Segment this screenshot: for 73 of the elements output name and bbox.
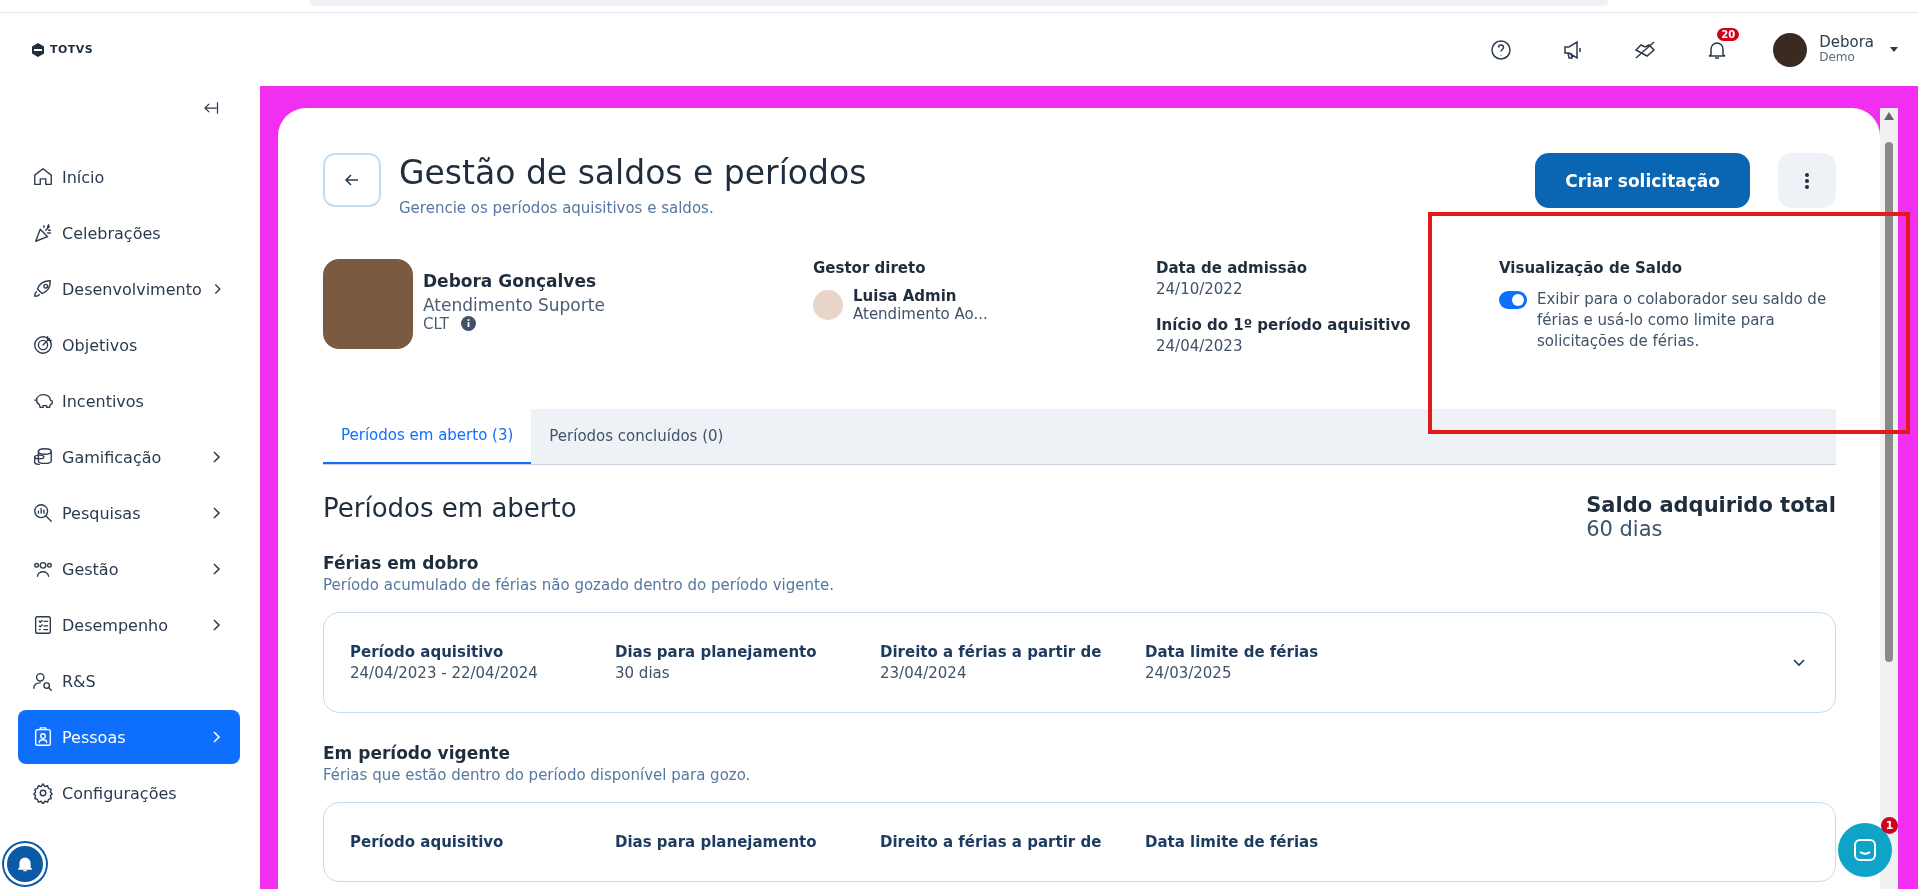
sidebar-item[interactable]: Gestão (18, 542, 240, 596)
sidebar-item[interactable]: Início (18, 150, 240, 204)
person-search-icon (32, 670, 54, 692)
user-role: Demo (1819, 50, 1856, 64)
coins-icon (32, 446, 54, 468)
sidebar-item[interactable]: Pesquisas (18, 486, 240, 540)
contract-type: CLT (423, 314, 449, 333)
avatar (813, 289, 843, 320)
sidebar-item[interactable]: Configurações (18, 766, 240, 820)
field-label: Direito a férias a partir de (880, 642, 1103, 661)
sidebar-item[interactable]: Celebrações (18, 206, 240, 260)
chat-icon (1852, 837, 1878, 863)
sidebar-item[interactable]: R&S (18, 654, 240, 708)
toggle-description: Exibir para o colaborador seu saldo de férias e usá-lo como limite para solicitações de férias. (1537, 288, 1827, 352)
rocket-icon (32, 278, 54, 300)
field-value: 24/04/2023 (1156, 336, 1244, 355)
home-icon (32, 166, 54, 188)
create-request-button[interactable]: Criar solicitação (1535, 153, 1750, 208)
field-label: Data de admissão (1156, 258, 1309, 277)
field-label: Início do 1º período aquisitivo (1156, 315, 1412, 334)
field-value: 23/04/2024 (880, 663, 968, 682)
sidebar-item[interactable]: Gamificação (18, 430, 240, 484)
party-popper-icon (32, 222, 54, 244)
manager-department: Atendimento Ao... (853, 304, 988, 323)
checklist-icon (32, 614, 54, 636)
field-value: 30 dias (615, 663, 671, 682)
field-label: Período aquisitivo (350, 642, 505, 661)
notification-button[interactable] (4, 843, 46, 885)
total-balance-label: Saldo adquirido total (1586, 492, 1836, 517)
field-value: 24/03/2025 (1145, 663, 1233, 682)
user-name: Debora (1819, 35, 1874, 50)
group-title: Em período vigente (323, 742, 511, 763)
group-description: Férias que estão dentro do período disponível para gozo. (323, 765, 752, 784)
section-title: Períodos em aberto (323, 492, 577, 525)
scroll-up-icon[interactable] (1884, 112, 1894, 120)
employee-name: Debora Gonçalves (423, 270, 598, 291)
sidebar-item[interactable]: Desempenho (18, 598, 240, 652)
id-badge-icon (32, 726, 54, 748)
group-title: Férias em dobro (323, 552, 480, 573)
kebab-icon (1804, 171, 1810, 190)
field-label: Gestor direto (813, 258, 927, 277)
tab[interactable]: Períodos concluídos (0) (531, 408, 742, 464)
balance-view-title: Visualização de Saldo (1499, 258, 1684, 277)
sidebar-item[interactable]: Pessoas (18, 710, 240, 764)
scrollbar-thumb[interactable] (1885, 142, 1893, 662)
field-label: Período aquisitivo (350, 832, 505, 851)
avatar[interactable] (1773, 32, 1808, 67)
tab[interactable]: Períodos em aberto (3) (323, 408, 532, 464)
page-subtitle: Gerencie os períodos aquisitivos e saldos. (399, 198, 715, 217)
info-icon[interactable] (460, 316, 476, 332)
sidebar-item[interactable]: Incentivos (18, 374, 240, 428)
field-label: Data limite de férias (1145, 642, 1320, 661)
logo: TOTVS (30, 41, 94, 58)
field-label: Dias para planejamento (615, 832, 818, 851)
total-balance-value: 60 dias (1586, 516, 1664, 541)
manager-name: Luisa Admin (853, 286, 958, 305)
field-value: 24/10/2022 (1156, 279, 1244, 298)
group-description: Período acumulado de férias não gozado dentro do período vigente. (323, 575, 835, 594)
caret-icon[interactable] (1890, 46, 1898, 53)
employee-department: Atendimento Suporte (423, 294, 605, 315)
field-label: Data limite de férias (1145, 832, 1320, 851)
page-title: Gestão de saldos e períodos (399, 153, 867, 193)
field-label: Dias para planejamento (615, 642, 818, 661)
help-icon[interactable] (1489, 37, 1514, 62)
sidebar-item[interactable]: Desenvolvimento (18, 262, 240, 316)
target-icon (32, 334, 54, 356)
field-value: 24/04/2023 - 22/04/2024 (350, 663, 539, 682)
sidebar-item[interactable]: Objetivos (18, 318, 240, 372)
field-label: Direito a férias a partir de (880, 832, 1103, 851)
notification-count: 20 (1717, 27, 1740, 41)
settings-icon (32, 782, 54, 804)
chart-search-icon (32, 502, 54, 524)
toggle-switch[interactable] (1499, 290, 1527, 309)
